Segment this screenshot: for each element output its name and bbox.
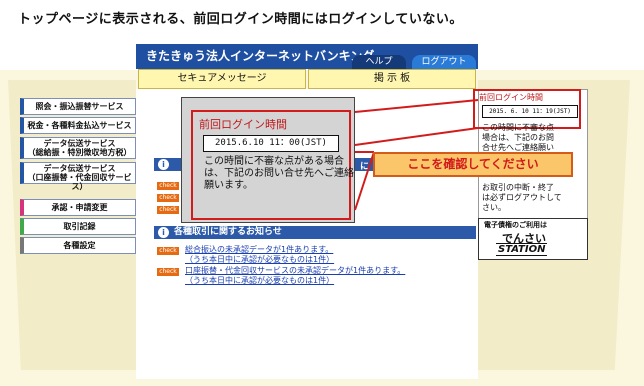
right-text-line: さい。 [482, 203, 506, 212]
station-subtitle: 電子債権のご利用は [484, 221, 547, 229]
right-login-title: 前回ログイン時間 [479, 93, 543, 102]
right-login-time: 2015. 6. 10 11：19(JST) [482, 105, 578, 118]
right-text-line: お取引の中断・終了 [482, 183, 554, 192]
right-text-line: この時間に不審な点 [482, 123, 554, 132]
right-text-line: は必ずログアウトして [482, 193, 562, 202]
station-logo: STATION [496, 243, 548, 256]
right-text-line: 場合は、下記のお問 [482, 133, 554, 142]
check-here-callout: ここを確認してください [373, 152, 573, 177]
